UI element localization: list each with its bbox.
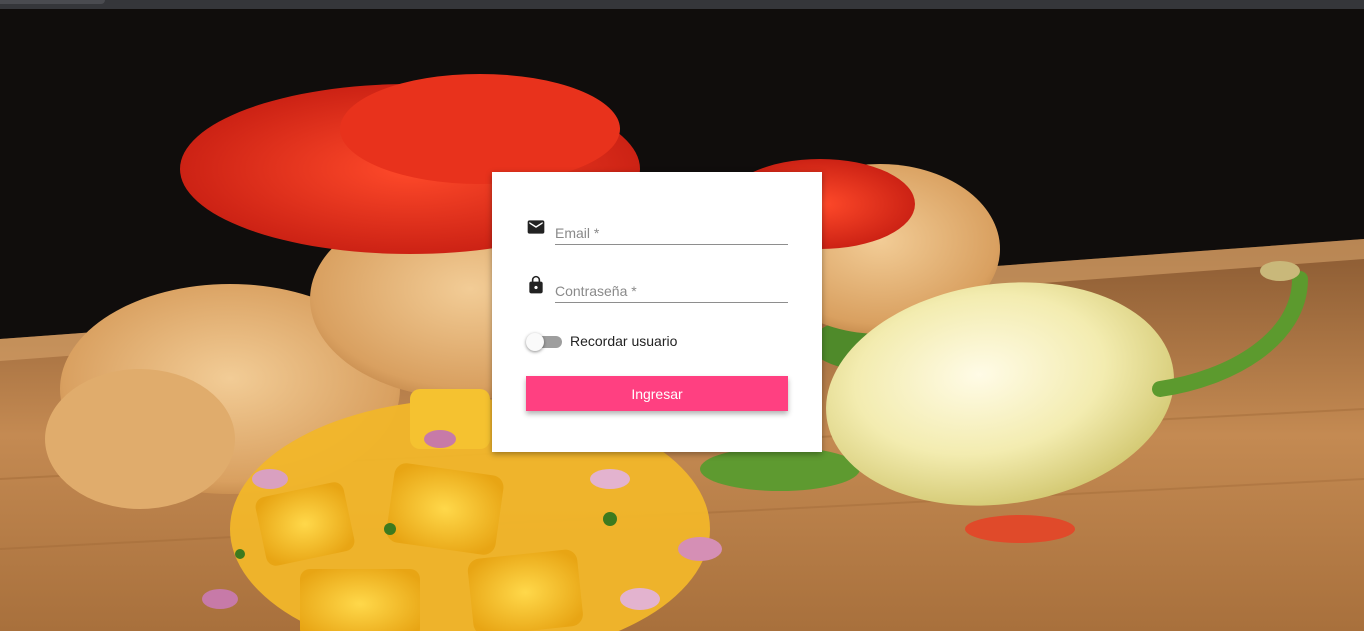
password-field-group (526, 271, 788, 303)
password-underline (555, 302, 788, 303)
login-submit-button[interactable]: Ingresar (526, 376, 788, 411)
email-underline (555, 244, 788, 245)
email-input[interactable] (555, 225, 785, 241)
login-card: Recordar usuario Ingresar (492, 172, 822, 452)
remember-user-row: Recordar usuario (526, 330, 788, 352)
password-input[interactable] (555, 283, 785, 299)
lock-icon (526, 275, 546, 295)
remember-user-toggle[interactable] (526, 332, 562, 351)
browser-top-bar (0, 0, 1364, 9)
email-field-group (526, 213, 788, 245)
browser-tab[interactable] (0, 0, 105, 4)
remember-user-label: Recordar usuario (570, 333, 678, 349)
mail-icon (526, 217, 546, 237)
toggle-thumb (526, 333, 544, 351)
